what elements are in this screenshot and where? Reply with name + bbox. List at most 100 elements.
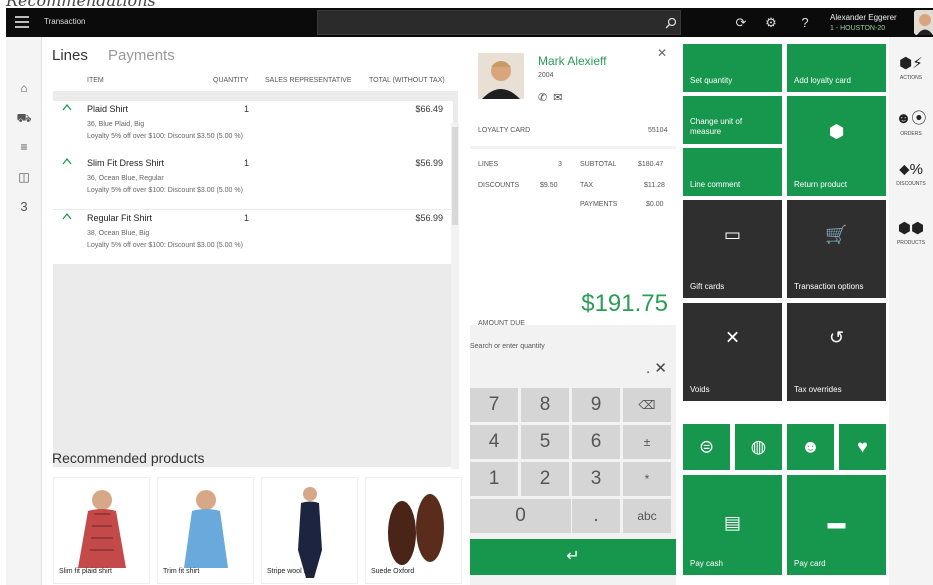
- amount-due-value: $191.75: [581, 290, 668, 317]
- backspace-key[interactable]: ⌫: [623, 388, 671, 422]
- key-1[interactable]: 1: [470, 462, 518, 496]
- product-name: Stripe wool suit: [267, 568, 315, 575]
- void-icon: ✕: [724, 327, 741, 348]
- change-unit-button[interactable]: Change unit of measure: [683, 96, 782, 144]
- set-quantity-button[interactable]: Set quantity: [683, 44, 782, 92]
- chevron-up-icon[interactable]: [62, 103, 72, 111]
- undo-icon: ↺: [828, 327, 845, 348]
- scrollbar-thumb[interactable]: [452, 127, 458, 225]
- tile-label: Return product: [794, 180, 847, 189]
- equals-icon[interactable]: ⊜: [683, 424, 730, 470]
- products-icon: ⬢⬢: [897, 220, 925, 237]
- gift-cards-button[interactable]: ▭ Gift cards: [683, 200, 782, 298]
- return-product-button[interactable]: ⬢ Return product: [787, 96, 886, 196]
- refresh-icon[interactable]: ⟳: [733, 15, 749, 31]
- abc-key[interactable]: abc: [623, 499, 671, 533]
- phone-icon[interactable]: ✆: [538, 92, 547, 104]
- orders-icon: ☻⦿: [895, 110, 927, 127]
- close-icon[interactable]: ✕: [657, 46, 667, 60]
- menu-icon[interactable]: [15, 16, 29, 28]
- search-input[interactable]: [317, 10, 681, 35]
- product-card[interactable]: Trim fit shirt: [157, 477, 254, 584]
- nav-label: ACTIONS: [899, 75, 923, 81]
- tile-label: Add loyalty card: [794, 76, 851, 85]
- decimal-key[interactable]: .: [572, 499, 620, 533]
- key-8[interactable]: 8: [521, 388, 569, 422]
- add-loyalty-card-button[interactable]: Add loyalty card: [787, 44, 886, 92]
- product-card[interactable]: Stripe wool suit: [261, 477, 358, 584]
- table-row[interactable]: Regular Fit Shirt 1 $56.99 38, Ocean Blu…: [53, 210, 453, 264]
- tile-label: Transaction options: [794, 282, 864, 291]
- customer-card[interactable]: Mark Alexieff 2004 ✕ ✆ ✉ LOYALTY CARD 55…: [470, 37, 676, 146]
- orders-nav[interactable]: ☻⦿ ORDERS: [889, 107, 933, 137]
- item-qty: 1: [244, 158, 250, 168]
- enter-button[interactable]: ↵: [470, 539, 676, 575]
- products-icon[interactable]: ⛟: [15, 109, 33, 127]
- col-quantity[interactable]: QUANTITY: [213, 77, 248, 84]
- bag-icon[interactable]: ◫: [15, 168, 33, 186]
- col-item[interactable]: ITEM: [87, 77, 104, 84]
- tax-overrides-button[interactable]: ↺ Tax overrides: [787, 303, 886, 401]
- tax-value: $11.28: [644, 182, 665, 189]
- key-6[interactable]: 6: [572, 425, 620, 459]
- heart-icon[interactable]: ♥: [839, 424, 886, 470]
- chevron-up-icon[interactable]: [62, 212, 72, 220]
- clear-input-button[interactable]: . ✕: [646, 359, 667, 377]
- amount-due-label: AMOUNT DUE: [478, 320, 525, 327]
- key-7[interactable]: 7: [470, 388, 518, 422]
- quantity-search-input[interactable]: Search or enter quantity: [470, 343, 545, 350]
- nav-label: ORDERS: [900, 131, 922, 137]
- item-qty: 1: [244, 104, 250, 114]
- search-icon[interactable]: [665, 17, 677, 29]
- discounts-value: $9.50: [540, 182, 558, 189]
- product-name: Suede Oxford: [371, 568, 415, 575]
- line-comment-button[interactable]: Line comment: [683, 148, 782, 196]
- card-icon: ▬: [827, 512, 846, 533]
- products-nav[interactable]: ⬢⬢ PRODUCTS: [889, 219, 933, 246]
- col-sales-rep[interactable]: SALES REPRESENTATIVE: [265, 77, 352, 84]
- lines-panel: Lines Payments ITEM QUANTITY SALES REPRE…: [42, 37, 470, 585]
- actions-nav[interactable]: ⬢⚡ ACTIONS: [889, 54, 933, 81]
- chevron-up-icon[interactable]: [62, 157, 72, 165]
- discounts-nav[interactable]: ⬥% DISCOUNTS: [889, 161, 933, 187]
- table-row[interactable]: Slim Fit Dress Shirt 1 $56.99 36, Ocean …: [53, 155, 453, 209]
- item-name: Plaid Shirt: [87, 104, 129, 114]
- pay-card-button[interactable]: ▬ Pay card: [787, 475, 886, 575]
- home-icon[interactable]: ⌂: [15, 79, 33, 97]
- key-0[interactable]: 0: [470, 499, 571, 533]
- tab-payments[interactable]: Payments: [108, 47, 175, 64]
- settings-icon[interactable]: ⚙: [763, 15, 779, 31]
- key-2[interactable]: 2: [521, 462, 569, 496]
- item-discount: Loyalty 5% off over $100: Discount $3.00…: [87, 242, 243, 249]
- plus-minus-key[interactable]: ±: [623, 425, 671, 459]
- product-card[interactable]: Slim fit plaid shirt: [53, 477, 150, 584]
- tab-lines[interactable]: Lines: [52, 47, 88, 64]
- cart-count[interactable]: 3: [15, 198, 33, 216]
- voids-button[interactable]: ✕ Voids: [683, 303, 782, 401]
- key-4[interactable]: 4: [470, 425, 518, 459]
- mail-icon[interactable]: ✉: [553, 92, 562, 104]
- tax-label: TAX: [580, 182, 594, 189]
- transaction-options-button[interactable]: 🛒 Transaction options: [787, 200, 886, 298]
- customer-name[interactable]: Mark Alexieff: [538, 54, 606, 68]
- payments-label: PAYMENTS: [580, 201, 618, 208]
- list-icon[interactable]: ≡: [15, 138, 33, 156]
- discounts-icon: ⬥%: [899, 161, 923, 178]
- user-name[interactable]: Alexander Eggerer: [830, 13, 897, 22]
- tile-label: Tax overrides: [794, 385, 842, 394]
- table-row[interactable]: Plaid Shirt 1 $66.49 36, Blue Plaid, Big…: [53, 101, 453, 155]
- help-icon[interactable]: ?: [797, 15, 813, 31]
- key-3[interactable]: 3: [572, 462, 620, 496]
- customer-icon[interactable]: ☻: [787, 424, 834, 470]
- avatar[interactable]: [914, 10, 933, 35]
- return-box-icon: ⬢: [828, 121, 845, 142]
- customer-photo: [478, 53, 524, 99]
- loyalty-card-value: 55104: [648, 127, 668, 134]
- multiply-key[interactable]: *: [623, 462, 671, 496]
- globe-icon[interactable]: ◍: [735, 424, 782, 470]
- key-5[interactable]: 5: [521, 425, 569, 459]
- col-total[interactable]: TOTAL (WITHOUT TAX): [369, 77, 445, 84]
- product-card[interactable]: Suede Oxford: [365, 477, 462, 584]
- pay-cash-button[interactable]: ▤ Pay cash: [683, 475, 782, 575]
- key-9[interactable]: 9: [572, 388, 620, 422]
